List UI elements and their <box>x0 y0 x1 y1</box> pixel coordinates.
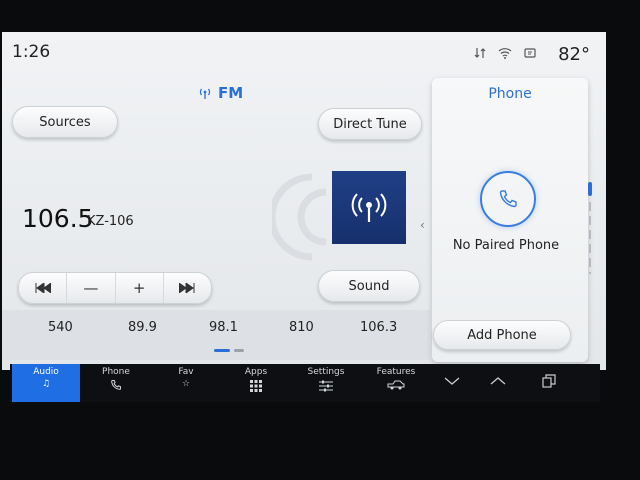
radio-antenna-icon <box>351 192 387 222</box>
preset-bar: 540 89.9 98.1 810 106.3 <box>2 310 430 360</box>
nav-features-label: Features <box>376 367 416 377</box>
outside-temperature: 82° <box>558 44 590 65</box>
sound-button[interactable]: Sound <box>318 270 420 302</box>
nav-features[interactable]: Features <box>362 364 430 402</box>
music-note-icon: ♫ <box>41 379 51 389</box>
add-phone-button-label: Add Phone <box>467 327 537 343</box>
wifi-icon <box>498 48 512 59</box>
nav-phone-label: Phone <box>102 367 130 377</box>
bottom-nav-bar: Audio ♫ Phone Fav ☆ Apps Settings Featur… <box>10 364 600 402</box>
chevron-up-icon[interactable] <box>490 377 506 385</box>
nav-fav[interactable]: Fav ☆ <box>152 364 220 402</box>
minus-icon: — <box>83 279 99 297</box>
chevron-down-icon[interactable] <box>444 377 460 385</box>
preset-5[interactable]: 106.3 <box>360 320 397 335</box>
sources-button[interactable]: Sources <box>12 106 118 138</box>
tune-down-button[interactable]: — <box>67 273 116 303</box>
preset-1[interactable]: 540 <box>48 320 73 335</box>
add-phone-button[interactable]: Add Phone <box>433 320 571 350</box>
plus-icon: + <box>132 279 146 297</box>
direct-tune-button-label: Direct Tune <box>333 116 407 132</box>
preset-2[interactable]: 89.9 <box>128 320 157 335</box>
page-dot <box>234 349 244 352</box>
truck-icon <box>387 380 405 390</box>
playback-controls: — + <box>18 272 212 304</box>
tune-up-button[interactable]: + <box>116 273 164 303</box>
nav-fav-label: Fav <box>178 367 194 377</box>
band-label: FM <box>218 84 244 102</box>
preset-4[interactable]: 810 <box>289 320 314 335</box>
seek-forward-icon <box>179 283 195 293</box>
station-callsign: KZ-106 <box>87 214 134 229</box>
nav-apps-label: Apps <box>244 367 268 377</box>
seek-back-icon <box>35 283 51 293</box>
page-dot-active <box>214 349 230 352</box>
grid-icon <box>250 380 262 392</box>
data-transfer-icon <box>474 48 486 58</box>
star-icon: ☆ <box>181 379 191 389</box>
nav-settings-label: Settings <box>307 367 345 377</box>
sources-button-label: Sources <box>39 114 91 130</box>
sliders-icon <box>319 380 333 392</box>
direct-tune-button[interactable]: Direct Tune <box>318 108 422 140</box>
nav-phone[interactable]: Phone <box>82 364 150 402</box>
phone-call-button[interactable] <box>480 171 536 227</box>
overview-icon[interactable] <box>542 374 556 388</box>
phone-status-text: No Paired Phone <box>452 238 560 253</box>
infotainment-screen: 1:26 82° FM Sources Direct Tune 106.5 KZ… <box>2 32 606 370</box>
seek-back-button[interactable] <box>19 273 68 303</box>
scrollbar[interactable] <box>587 182 593 274</box>
preset-3[interactable]: 98.1 <box>209 320 238 335</box>
nav-settings[interactable]: Settings <box>292 364 360 402</box>
phone-icon <box>111 380 121 390</box>
nav-audio[interactable]: Audio ♫ <box>12 364 80 402</box>
seek-forward-button[interactable] <box>164 273 211 303</box>
media-source-icon <box>524 48 536 58</box>
nav-apps[interactable]: Apps <box>222 364 290 402</box>
antenna-icon <box>199 88 211 99</box>
clock: 1:26 <box>12 42 51 62</box>
sound-button-label: Sound <box>348 278 390 294</box>
phone-card-title: Phone <box>488 86 532 102</box>
chevron-left-icon[interactable]: ‹ <box>420 218 425 232</box>
station-art <box>332 171 406 244</box>
status-bar: 1:26 82° <box>2 32 606 74</box>
current-frequency: 106.5 <box>22 204 94 233</box>
band-indicator: FM <box>198 84 243 102</box>
page-indicator <box>214 349 244 352</box>
phone-card: Phone No Paired Phone Add Phone <box>432 78 588 362</box>
phone-icon <box>499 190 517 208</box>
nav-audio-label: Audio <box>33 367 59 377</box>
